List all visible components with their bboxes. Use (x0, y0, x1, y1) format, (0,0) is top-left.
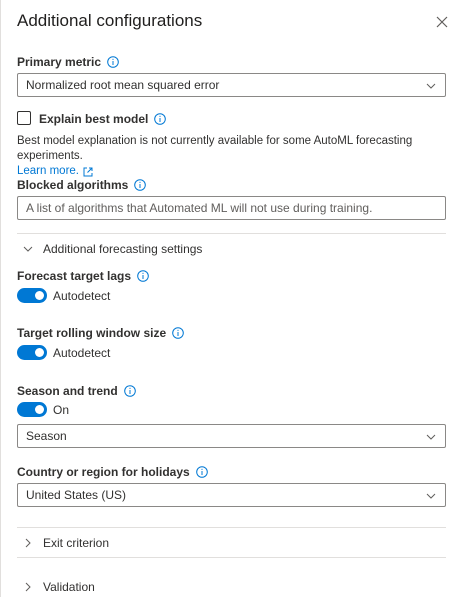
forecast-target-lags-label: Forecast target lags (17, 269, 149, 283)
target-rolling-window-toggle-label: Autodetect (53, 346, 111, 360)
chevron-right-icon (25, 538, 31, 548)
forecast-target-lags-label-text: Forecast target lags (17, 269, 132, 283)
chevron-down-icon (426, 493, 436, 499)
explain-best-model-label: Explain best model (39, 112, 167, 126)
season-and-trend-label-text: Season and trend (17, 384, 118, 398)
validation-toggle[interactable]: Validation (23, 580, 95, 594)
blocked-algorithms-input[interactable]: A list of algorithms that Automated ML w… (17, 196, 446, 220)
season-and-trend-toggle[interactable] (17, 402, 47, 417)
primary-metric-value: Normalized root mean squared error (26, 78, 220, 92)
exit-criterion-toggle[interactable]: Exit criterion (23, 536, 109, 550)
holidays-label-text: Country or region for holidays (17, 465, 190, 479)
primary-metric-dropdown[interactable]: Normalized root mean squared error (17, 73, 446, 97)
season-and-trend-toggle-label: On (53, 403, 70, 417)
info-icon[interactable] (172, 327, 184, 339)
info-icon[interactable] (123, 385, 136, 397)
explanation-note: Best model explanation is not currently … (17, 134, 457, 179)
forecast-target-lags-toggle[interactable] (17, 288, 47, 303)
holidays-value: United States (US) (26, 488, 127, 502)
additional-forecasting-settings-toggle[interactable]: Additional forecasting settings (23, 242, 202, 256)
info-icon[interactable] (195, 466, 208, 478)
learn-more-link[interactable]: Learn more. (17, 164, 93, 179)
learn-more-text: Learn more. (17, 165, 80, 177)
explain-best-model-label-text: Explain best model (39, 112, 149, 126)
primary-metric-label-text: Primary metric (17, 55, 102, 69)
target-rolling-window-toggle[interactable] (17, 345, 47, 360)
validation-label: Validation (43, 580, 95, 594)
info-icon[interactable] (107, 56, 119, 68)
explanation-note-text: Best model explanation is not currently … (17, 135, 413, 162)
holidays-dropdown[interactable]: United States (US) (17, 483, 446, 507)
chevron-down-icon (23, 246, 33, 252)
target-rolling-window-label-text: Target rolling window size (17, 326, 167, 340)
info-icon[interactable] (137, 270, 149, 282)
chevron-right-icon (25, 582, 31, 592)
blocked-algorithms-label-text: Blocked algorithms (17, 178, 129, 192)
exit-criterion-label: Exit criterion (43, 536, 110, 550)
season-and-trend-label: Season and trend (17, 384, 136, 398)
season-trend-value: Season (26, 429, 67, 443)
blocked-algorithms-label: Blocked algorithms (17, 178, 147, 192)
forecast-target-lags-toggle-label: Autodetect (53, 289, 111, 303)
additional-configurations-panel: Additional configurations Primary metric… (0, 0, 460, 597)
season-trend-dropdown[interactable]: Season (17, 424, 446, 448)
explain-best-model-checkbox[interactable] (17, 111, 31, 125)
external-link-icon (83, 167, 93, 176)
divider (17, 527, 446, 528)
target-rolling-window-label: Target rolling window size (17, 326, 184, 340)
info-icon[interactable] (154, 113, 167, 125)
close-icon[interactable] (434, 14, 450, 30)
blocked-algorithms-placeholder: A list of algorithms that Automated ML w… (26, 201, 373, 215)
holidays-label: Country or region for holidays (17, 465, 208, 479)
divider (17, 233, 446, 234)
divider (17, 557, 446, 558)
panel-title: Additional configurations (17, 11, 203, 30)
additional-forecasting-settings-label: Additional forecasting settings (43, 242, 203, 256)
primary-metric-label: Primary metric (17, 55, 119, 69)
chevron-down-icon (426, 83, 436, 89)
info-icon[interactable] (134, 179, 147, 191)
chevron-down-icon (426, 434, 436, 440)
